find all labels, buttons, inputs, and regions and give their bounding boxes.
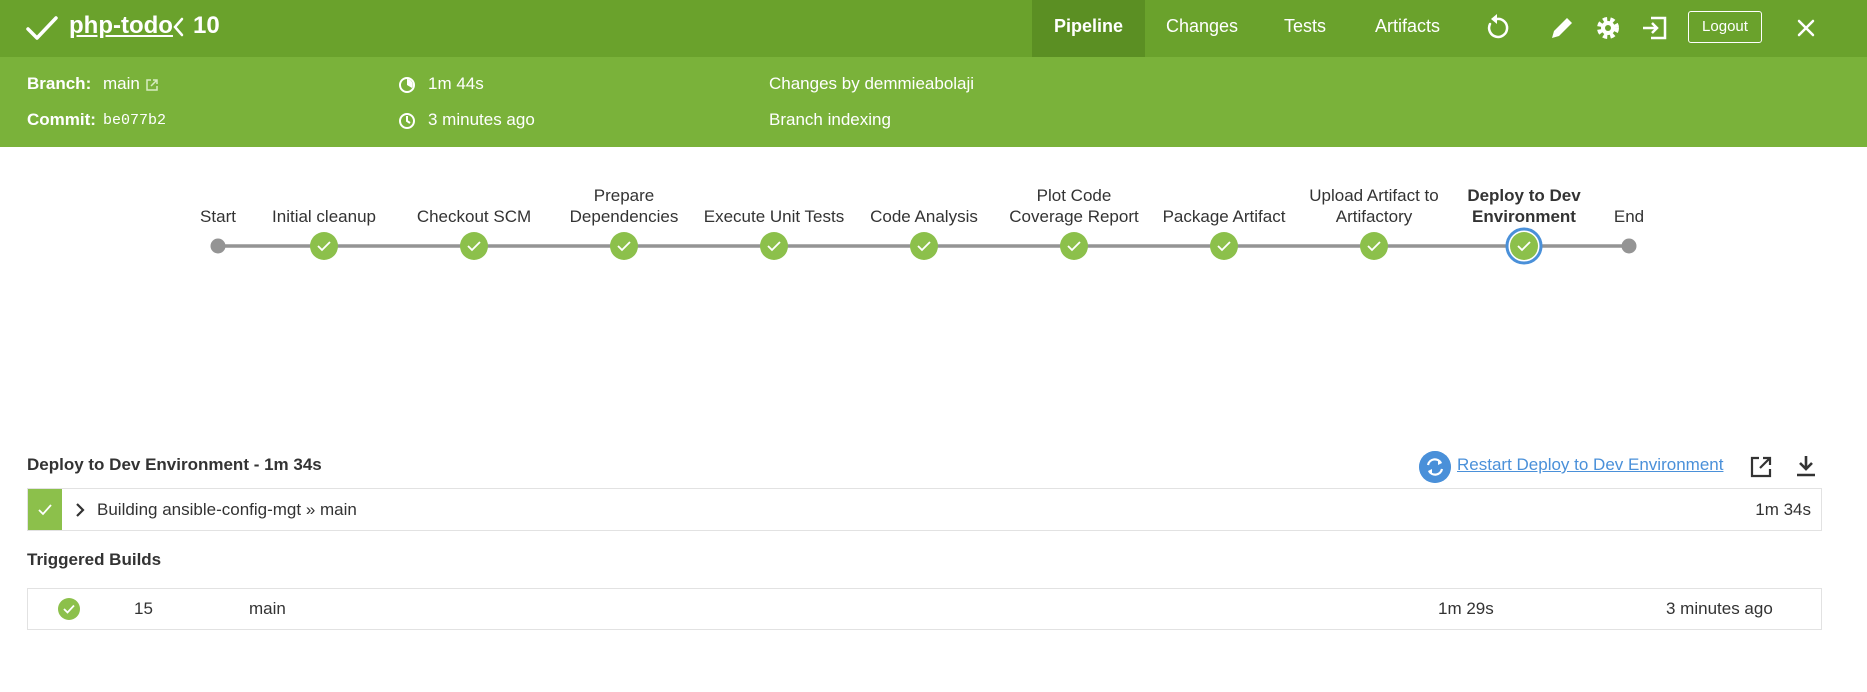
tab-artifacts[interactable]: Artifacts — [1365, 0, 1450, 57]
job-name-link[interactable]: php-todo — [69, 12, 173, 40]
stage-label-code-analysis[interactable]: Code Analysis — [849, 206, 999, 227]
restart-stage-link[interactable]: Restart Deploy to Dev Environment — [1457, 455, 1723, 475]
download-icon[interactable] — [1793, 453, 1819, 479]
step-title: Deploy to Dev Environment - 1m 34s — [27, 455, 322, 474]
stage-label-initial-cleanup[interactable]: Initial cleanup — [249, 206, 399, 227]
check-icon — [38, 504, 52, 516]
build-time-ago: 3 minutes ago — [1666, 599, 1773, 618]
close-icon[interactable] — [1790, 12, 1822, 44]
stage-node-package-artifact[interactable] — [1210, 232, 1238, 260]
stage-node-execute-unit-tests[interactable] — [760, 232, 788, 260]
stage-node-upload-artifact-to-artifactory[interactable] — [1360, 232, 1388, 260]
success-check-icon — [26, 16, 58, 40]
branch-label: Branch: — [27, 74, 92, 93]
commit-hash: be077b2 — [103, 112, 167, 129]
stage-label-prepare-dependencies[interactable]: Prepare Dependencies — [549, 185, 699, 227]
clock-icon — [399, 113, 415, 129]
stage-node-prepare-dependencies[interactable] — [610, 232, 638, 260]
stage-node-deploy-to-dev-environment[interactable] — [1505, 227, 1543, 265]
stage-label-checkout-scm[interactable]: Checkout SCM — [399, 206, 549, 227]
stage-node-code-analysis[interactable] — [910, 232, 938, 260]
build-number[interactable]: 15 — [134, 599, 153, 619]
sign-out-icon[interactable] — [1639, 12, 1671, 44]
step-log-duration: 1m 34s — [1755, 500, 1811, 519]
commit-label: Commit: — [27, 110, 96, 129]
stage-node-start — [210, 238, 226, 254]
run-info-bar: Branch: main Commit: be077b2 1m 44s 3 mi… — [0, 57, 1867, 147]
top-bar: php-todo 10 Pipeline Changes Tests Artif… — [0, 0, 1867, 57]
tab-tests[interactable]: Tests — [1270, 0, 1340, 57]
stage-label-plot-code-coverage-report[interactable]: Plot Code Coverage Report — [999, 185, 1149, 227]
step-log-row[interactable]: Building ansible-config-mgt » main 1m 34… — [27, 488, 1822, 531]
logout-button[interactable]: Logout — [1688, 11, 1762, 43]
stage-label-end: End — [1613, 207, 1645, 226]
external-link-icon[interactable] — [145, 78, 159, 92]
build-duration: 1m 29s — [1438, 599, 1494, 618]
chevron-left-icon — [173, 17, 184, 37]
time-ago: 3 minutes ago — [428, 110, 535, 129]
stage-node-initial-cleanup[interactable] — [310, 232, 338, 260]
duration-value: 1m 44s — [428, 74, 484, 93]
build-branch: main — [249, 599, 286, 618]
duration-icon — [399, 77, 415, 93]
tab-pipeline[interactable]: Pipeline — [1032, 0, 1145, 57]
open-in-new-icon[interactable] — [1748, 454, 1774, 480]
rerun-icon[interactable] — [1481, 12, 1513, 44]
changes-by: Changes by demmieabolaji — [769, 74, 975, 93]
stage-label-package-artifact[interactable]: Package Artifact — [1149, 206, 1299, 227]
chevron-right-icon[interactable] — [73, 501, 87, 519]
step-status — [28, 489, 62, 530]
stage-label-upload-artifact-to-artifactory[interactable]: Upload Artifact to Artifactory — [1299, 185, 1449, 227]
pipeline-graph-svg — [210, 227, 1637, 265]
stage-node-checkout-scm[interactable] — [460, 232, 488, 260]
restart-icon[interactable] — [1419, 451, 1451, 483]
triggered-builds-heading: Triggered Builds — [27, 550, 162, 569]
gear-icon[interactable] — [1592, 12, 1624, 44]
step-log-title[interactable]: Building ansible-config-mgt » main — [97, 500, 357, 520]
branch-value[interactable]: main — [103, 74, 140, 94]
stage-node-end — [1621, 238, 1637, 254]
tab-changes[interactable]: Changes — [1157, 0, 1247, 57]
success-status-icon — [58, 598, 80, 620]
run-cause: Branch indexing — [769, 110, 891, 129]
stage-label-execute-unit-tests[interactable]: Execute Unit Tests — [699, 206, 849, 227]
edit-pencil-icon[interactable] — [1546, 12, 1578, 44]
run-number: 10 — [193, 12, 220, 39]
triggered-build-row[interactable]: 15 main 1m 29s 3 minutes ago — [27, 588, 1822, 630]
stage-node-plot-code-coverage-report[interactable] — [1060, 232, 1088, 260]
pipeline-graph: Start Initial cleanup Checkout SCM Prepare … — [0, 147, 1867, 307]
